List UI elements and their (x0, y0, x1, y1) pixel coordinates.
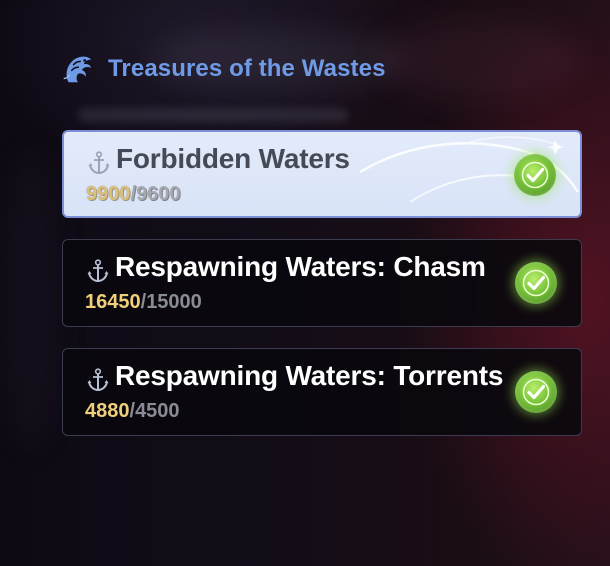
anchor-icon (86, 150, 112, 176)
quest-header: Treasures of the Wastes (58, 48, 386, 90)
progress-current: 4880 (85, 400, 130, 422)
completed-check-icon (514, 154, 556, 196)
progress-target: 9600 (136, 183, 181, 205)
quest-progress: 9900/9600 (86, 183, 181, 206)
quest-title: Forbidden Waters (116, 143, 350, 174)
anchor-icon (85, 367, 111, 393)
anchor-icon (85, 258, 111, 284)
background-fog (0, 150, 60, 450)
dragon-emblem-icon (58, 49, 98, 89)
progress-current: 16450 (85, 291, 141, 313)
blurred-subheader (78, 108, 348, 122)
quest-title: Respawning Waters: Chasm (115, 251, 486, 282)
progress-current: 9900 (86, 183, 131, 205)
quest-progress: 16450/15000 (85, 291, 202, 314)
background-fog (380, 20, 580, 100)
completed-check-icon (515, 371, 557, 413)
quest-group-title: Treasures of the Wastes (108, 55, 386, 82)
quest-title: Respawning Waters: Torrents (115, 360, 504, 391)
quest-item-forbidden-waters[interactable]: Forbidden Waters 9900/9600 (62, 130, 582, 218)
progress-target: 4500 (135, 400, 180, 422)
quest-item-respawning-waters-torrents[interactable]: Respawning Waters: Torrents 4880/4500 (62, 348, 582, 436)
completed-check-icon (515, 262, 557, 304)
quest-item-respawning-waters-chasm[interactable]: Respawning Waters: Chasm 16450/15000 (62, 239, 582, 327)
progress-target: 15000 (146, 291, 202, 313)
quest-progress: 4880/4500 (85, 400, 180, 423)
